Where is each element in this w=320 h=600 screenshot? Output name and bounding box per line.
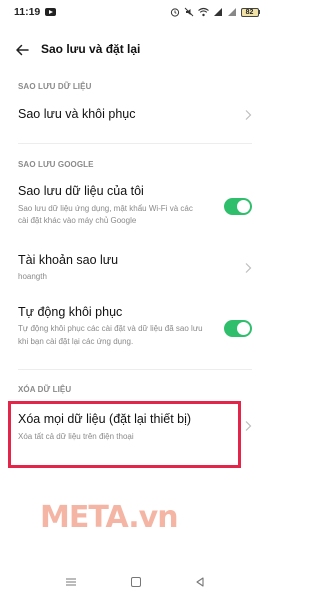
backup-my-data-subtitle-1: Sao lưu dữ liệu ứng dụng, mật khẩu Wi-Fi… xyxy=(18,204,193,213)
mute-icon xyxy=(184,7,193,17)
backup-my-data-subtitle-2: cài đặt khác vào máy chủ Google xyxy=(18,216,137,225)
battery-icon: 82 xyxy=(240,7,260,17)
status-icons: 82 xyxy=(170,7,260,17)
alarm-icon xyxy=(170,8,179,17)
chevron-right-icon xyxy=(245,421,252,431)
header: Sao lưu và đặt lại xyxy=(0,38,270,62)
auto-restore-subtitle-2: khi bạn cài đặt lại các ứng dụng. xyxy=(18,337,134,346)
highlight-box xyxy=(8,401,241,468)
navigation-bar xyxy=(0,570,270,596)
menu-icon[interactable] xyxy=(66,578,76,586)
status-bar: 11:19 82 xyxy=(0,0,270,24)
back-triangle-icon[interactable] xyxy=(195,577,205,587)
signal-icon xyxy=(213,8,222,16)
auto-restore-subtitle-1: Tự động khôi phục các cài đặt và dữ liệu… xyxy=(18,324,203,333)
backup-my-data-toggle[interactable] xyxy=(224,198,252,215)
divider xyxy=(18,369,252,370)
chevron-right-icon xyxy=(245,263,252,273)
backup-account-title: Tài khoản sao lưu xyxy=(18,253,119,267)
battery-level: 82 xyxy=(240,7,259,17)
status-time: 11:19 xyxy=(14,6,41,18)
section-label-google: SAO LƯU GOOGLE xyxy=(18,160,94,169)
chevron-right-icon xyxy=(245,110,252,120)
home-icon[interactable] xyxy=(131,577,141,587)
backup-my-data-title: Sao lưu dữ liệu của tôi xyxy=(18,184,144,198)
watermark: META.vn xyxy=(40,500,179,535)
section-label-backup: SAO LƯU DỮ LIỆU xyxy=(18,82,92,91)
section-label-erase: XÓA DỮ LIỆU xyxy=(18,385,72,394)
back-arrow-icon[interactable] xyxy=(14,42,30,58)
auto-restore-toggle[interactable] xyxy=(224,320,252,337)
divider xyxy=(18,143,252,144)
backup-restore-title: Sao lưu và khôi phục xyxy=(18,107,136,121)
youtube-notification-icon xyxy=(45,8,57,16)
auto-restore-title: Tự động khôi phục xyxy=(18,305,123,319)
wifi-icon xyxy=(197,7,209,17)
page-title: Sao lưu và đặt lại xyxy=(41,42,141,56)
signal-icon-2 xyxy=(227,8,236,16)
backup-account-value: hoangth xyxy=(18,272,47,281)
